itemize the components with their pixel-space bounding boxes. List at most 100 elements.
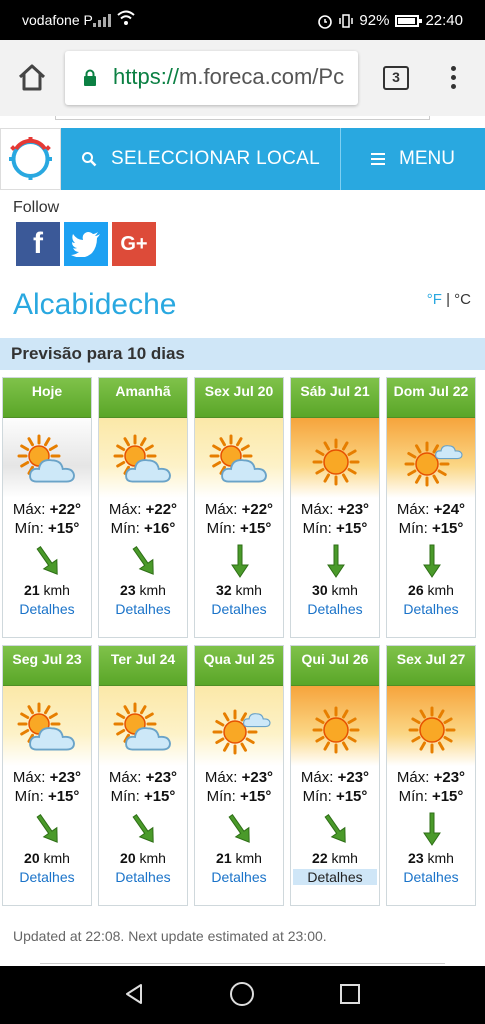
forecast-day-card[interactable]: Seg Jul 23 Máx: +23° Mín: +15° 20 kmh De… [2,645,92,906]
details-link[interactable]: Detalhes [99,601,187,617]
forecast-day-card[interactable]: Amanhã Máx: +22° Mín: +16° 23 kmh Detalh… [98,377,188,638]
forecast-day-card[interactable]: Sáb Jul 21 Máx: +23° Mín: +15° 30 kmh De… [290,377,380,638]
details-link[interactable]: Detalhes [387,869,475,885]
tab-switcher-button[interactable]: 3 [383,66,409,90]
wind-speed: 30 kmh [291,582,379,598]
fahrenheit-link[interactable]: °F [427,291,442,308]
temperature-range: Máx: +23° Mín: +15° [195,768,283,806]
details-link[interactable]: Detalhes [387,601,475,617]
details-link[interactable]: Detalhes [293,869,377,885]
max-temp: +22° [49,501,82,518]
temperature-range: Máx: +22° Mín: +15° [195,500,283,538]
temperature-range: Máx: +23° Mín: +15° [99,768,187,806]
address-bar[interactable]: https://m.foreca.com/Pc [65,51,358,105]
battery-percent: 92% [359,12,390,29]
wind-arrow-icon [327,544,345,578]
min-label: Mín: [398,788,428,805]
site-header: SELECCIONAR LOCAL MENU [0,128,485,190]
wind-speed-value: 21 [24,582,40,598]
partly-cloudy-icon [113,702,171,751]
wind-speed-value: 23 [408,850,424,866]
wind-speed-value: 23 [120,582,136,598]
partly-cloudy-icon [209,434,267,483]
weather-panel [195,686,283,766]
details-link[interactable]: Detalhes [195,601,283,617]
foreca-logo[interactable] [0,128,61,190]
unit-separator: | [441,291,455,308]
wind-arrow-icon [228,814,250,843]
select-location-button[interactable]: SELECCIONAR LOCAL [62,128,339,190]
min-label: Mín: [14,520,44,537]
min-temp: +15° [431,788,464,805]
wind-direction [99,806,187,850]
forecast-day-label: Sex Jul 27 [387,646,475,686]
details-link[interactable]: Detalhes [291,601,379,617]
wind-speed-unit: kmh [331,850,358,866]
home-nav-icon[interactable] [230,982,254,1006]
forecast-day-card[interactable]: Qui Jul 26 Máx: +23° Mín: +15° 22 kmh De… [290,645,380,906]
wind-arrow-icon [36,814,58,843]
forecast-day-card[interactable]: Hoje Máx: +22° Mín: +15° 21 kmh Detalhes [2,377,92,638]
facebook-glyph: f [33,227,43,260]
weather-panel [291,418,379,498]
wind-arrow-icon [231,544,249,578]
details-link[interactable]: Detalhes [3,601,91,617]
signal-icon [93,12,111,27]
wind-arrow-icon [423,544,441,578]
wind-speed-value: 20 [24,850,40,866]
weather-panel [195,418,283,498]
more-options-icon[interactable] [446,66,460,94]
mostly-sunny-icon [404,441,463,487]
forecast-day-label: Dom Jul 22 [387,378,475,418]
wind-speed-value: 30 [312,582,328,598]
forecast-day-card[interactable]: Sex Jul 20 Máx: +22° Mín: +15° 32 kmh De… [194,377,284,638]
wind-speed-unit: kmh [235,850,262,866]
wind-speed-value: 32 [216,582,232,598]
min-temp: +15° [239,520,272,537]
wind-arrow-icon [132,814,154,843]
details-link[interactable]: Detalhes [99,869,187,885]
min-temp: +15° [335,788,368,805]
min-temp: +15° [47,788,80,805]
max-label: Máx: [396,501,430,518]
weather-panel [99,686,187,766]
wind-speed: 26 kmh [387,582,475,598]
menu-button[interactable]: MENU [340,128,485,190]
max-label: Máx: [396,769,430,786]
wind-speed-unit: kmh [427,850,454,866]
twitter-icon[interactable] [64,222,108,266]
wifi-icon [117,10,135,25]
weather-panel [3,686,91,766]
details-link[interactable]: Detalhes [195,869,283,885]
wind-speed: 20 kmh [3,850,91,866]
min-temp: +15° [431,520,464,537]
wind-direction [195,806,283,850]
wind-direction [195,538,283,582]
details-link[interactable]: Detalhes [3,869,91,885]
home-icon[interactable] [16,62,48,94]
temperature-range: Máx: +23° Mín: +15° [387,768,475,806]
carrier-name: vodafone P [22,12,93,28]
wind-direction [99,538,187,582]
min-temp: +15° [143,788,176,805]
update-note: Updated at 22:08. Next update estimated … [13,928,327,944]
forecast-day-card[interactable]: Qua Jul 25 Máx: +23° Mín: +15° 21 kmh De… [194,645,284,906]
forecast-day-card[interactable]: Sex Jul 27 Máx: +23° Mín: +15° 23 kmh De… [386,645,476,906]
forecast-day-card[interactable]: Ter Jul 24 Máx: +23° Mín: +15° 20 kmh De… [98,645,188,906]
wind-direction [387,806,475,850]
min-label: Mín: [206,788,236,805]
max-label: Máx: [12,769,46,786]
weather-panel [3,418,91,498]
google-plus-icon[interactable]: G+ [112,222,156,266]
forecast-day-card[interactable]: Dom Jul 22 Máx: +24° Mín: +15° 26 kmh De… [386,377,476,638]
temperature-range: Máx: +22° Mín: +15° [3,500,91,538]
temperature-range: Máx: +24° Mín: +15° [387,500,475,538]
select-location-label: SELECCIONAR LOCAL [111,148,320,169]
menu-label: MENU [399,148,455,169]
back-icon[interactable] [122,982,146,1006]
hamburger-icon [371,150,386,168]
partly-cloudy-icon [113,434,171,483]
weather-panel [387,686,475,766]
recent-apps-icon[interactable] [340,984,360,1004]
facebook-icon[interactable]: f [16,222,60,266]
